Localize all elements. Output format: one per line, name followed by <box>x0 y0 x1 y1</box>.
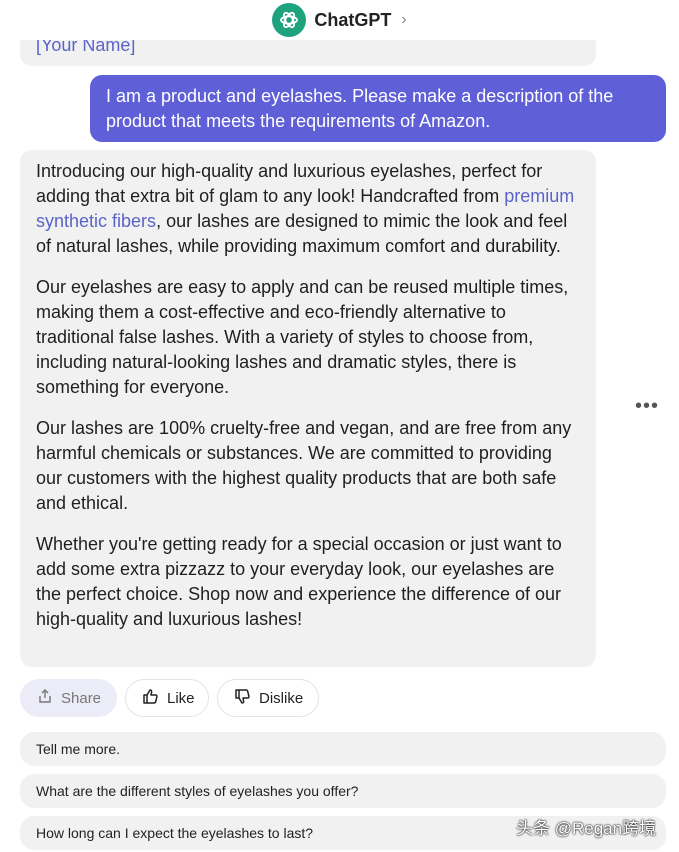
thumbs-up-icon <box>142 688 159 709</box>
share-button[interactable]: Share <box>20 679 117 717</box>
thumbs-down-icon <box>234 688 251 709</box>
message-actions: Share Like Dislike <box>20 679 319 717</box>
more-options-icon[interactable]: ••• <box>633 395 661 417</box>
assistant-message-bubble: Introducing our high-quality and luxurio… <box>20 150 596 667</box>
assistant-paragraph-1-start: Introducing our high-quality and luxurio… <box>36 161 543 206</box>
chat-header: ChatGPT › <box>0 0 679 40</box>
like-label: Like <box>167 689 195 707</box>
dislike-label: Dislike <box>259 689 304 707</box>
suggestion-chip[interactable]: What are the different styles of eyelash… <box>20 774 666 808</box>
assistant-paragraph-2: Our eyelashes are easy to apply and can … <box>36 277 569 397</box>
watermark: 头条 @Regan跨境 <box>516 819 657 838</box>
assistant-paragraph-3: Our lashes are 100% cruelty-free and veg… <box>36 418 572 513</box>
header-title[interactable]: ChatGPT <box>314 10 391 31</box>
openai-logo-icon <box>272 3 307 37</box>
share-icon <box>37 688 53 708</box>
chevron-right-icon[interactable]: › <box>401 11 406 29</box>
share-label: Share <box>61 689 102 707</box>
like-button[interactable]: Like <box>125 679 209 717</box>
user-message-text: I am a product and eyelashes. Please mak… <box>106 86 614 131</box>
suggestion-chip[interactable]: Tell me more. <box>20 732 666 766</box>
dislike-button[interactable]: Dislike <box>217 679 319 717</box>
assistant-paragraph-4: Whether you're getting ready for a speci… <box>36 534 562 629</box>
assistant-paragraph-1: Introducing our high-quality and luxurio… <box>36 159 580 259</box>
user-message-bubble: I am a product and eyelashes. Please mak… <box>90 75 666 142</box>
